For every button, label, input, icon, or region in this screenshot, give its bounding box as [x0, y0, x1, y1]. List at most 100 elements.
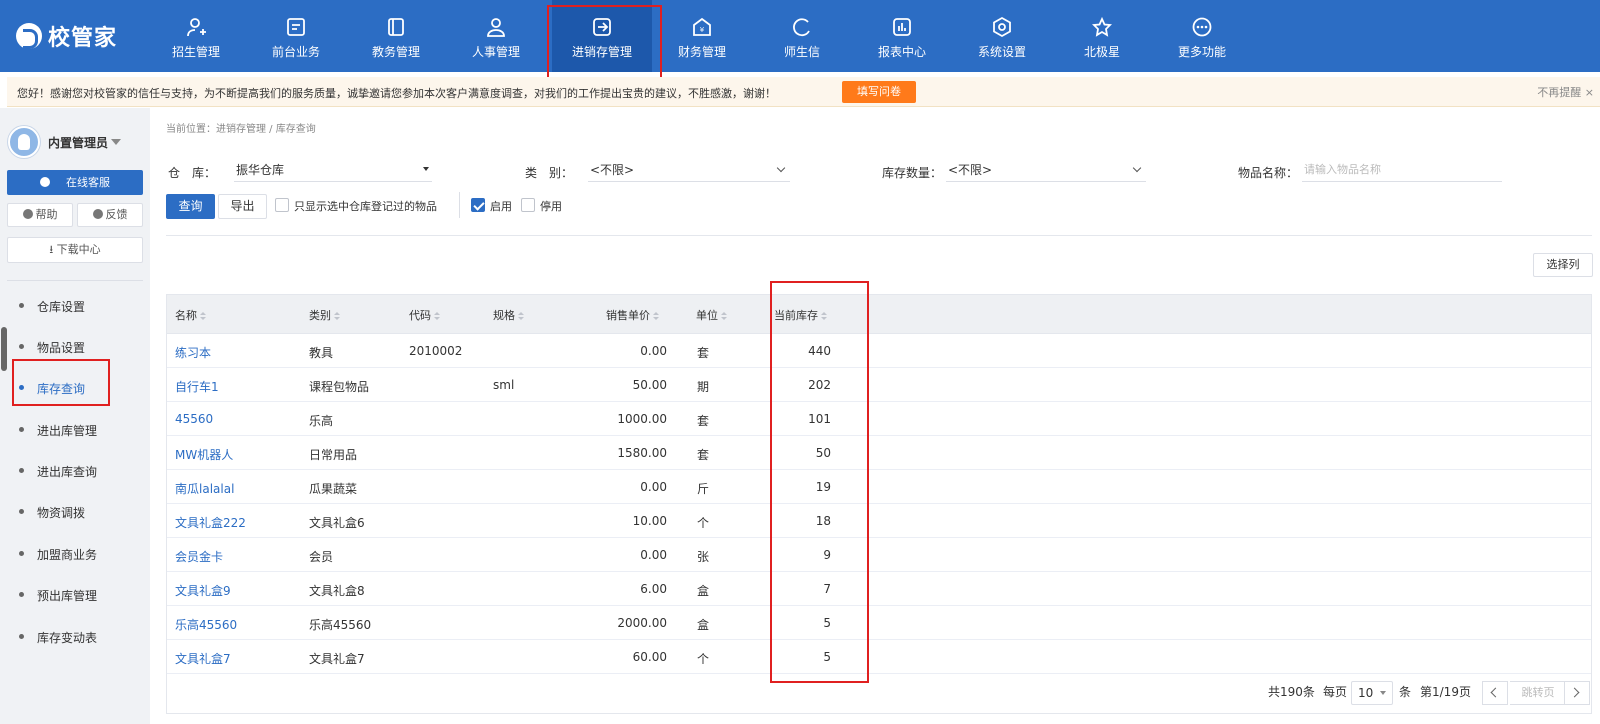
sort-icon[interactable] — [434, 312, 440, 320]
cell-name[interactable]: 文具礼盒222 — [175, 514, 246, 531]
column-header-spec[interactable]: 规格 — [493, 307, 524, 323]
help-button[interactable]: 帮助 — [7, 203, 73, 227]
sort-icon[interactable] — [518, 312, 524, 320]
cell-name[interactable]: 文具礼盒9 — [175, 582, 231, 599]
only-registered-checkbox[interactable] — [275, 198, 289, 212]
book-icon — [388, 18, 404, 36]
nav-item-settings[interactable]: 系统设置 — [952, 0, 1052, 72]
sort-icon[interactable] — [721, 312, 727, 320]
table-row[interactable]: MW机器人 日常用品 1580.00 套 50 — [167, 436, 1591, 470]
table-row[interactable]: 自行车1 课程包物品 sml 50.00 期 202 — [167, 368, 1591, 402]
cell-unit: 张 — [696, 550, 709, 564]
nav-item-enrollment[interactable]: 招生管理 — [146, 0, 246, 72]
column-header-price[interactable]: 销售单价 — [606, 307, 659, 323]
user-name[interactable]: 内置管理员 — [48, 134, 108, 151]
fill-survey-button[interactable]: 填写问卷 — [842, 81, 916, 103]
table-row[interactable]: 文具礼盒222 文具礼盒6 10.00 个 18 — [167, 504, 1591, 538]
cell-price: 60.00 — [632, 650, 667, 664]
enabled-checkbox[interactable] — [471, 198, 485, 212]
query-button[interactable]: 查询 — [166, 194, 215, 219]
chevron-down-icon[interactable] — [111, 139, 121, 145]
table-row[interactable]: 45560 乐高 1000.00 套 101 — [167, 402, 1591, 436]
column-header-category[interactable]: 类别 — [309, 307, 340, 323]
table-row[interactable]: 会员金卡 会员 0.00 张 9 — [167, 538, 1591, 572]
cell-name[interactable]: 南瓜lalalal — [175, 480, 234, 497]
avatar[interactable] — [8, 126, 40, 158]
nav-label: 师生信 — [783, 45, 820, 59]
page-size-select[interactable]: 10 — [1351, 681, 1393, 705]
table-row[interactable]: 练习本 教具 2010002 0.00 套 440 — [167, 334, 1591, 368]
export-button[interactable]: 导出 — [218, 194, 267, 219]
column-header-stock[interactable]: 当前库存 — [774, 307, 827, 323]
logo-icon — [16, 23, 42, 49]
nav-item-finance[interactable]: ¥ 财务管理 — [652, 0, 752, 72]
sidebar-item-in-out-query[interactable]: 进出库查询 — [0, 456, 150, 486]
sidebar-item-warehouse-settings[interactable]: 仓库设置 — [0, 291, 150, 321]
sidebar-item-item-settings[interactable]: 物品设置 — [0, 332, 150, 362]
select-columns-button[interactable]: 选择列 — [1533, 253, 1593, 277]
sidebar-item-pre-outbound[interactable]: 预出库管理 — [0, 580, 150, 610]
nav-label: 更多功能 — [1177, 45, 1226, 59]
prev-page-button[interactable] — [1482, 681, 1508, 705]
item-name-input[interactable]: 请输入物品名称 — [1302, 162, 1502, 182]
cell-name[interactable]: 45560 — [175, 412, 213, 426]
cell-stock: 19 — [815, 480, 831, 494]
column-header-code[interactable]: 代码 — [409, 307, 440, 323]
cell-name[interactable]: 会员金卡 — [175, 548, 223, 565]
stock-quantity-select[interactable]: <不限> — [946, 162, 1146, 182]
cell-category: 文具礼盒8 — [309, 584, 365, 598]
sidebar-item-stock-changes[interactable]: 库存变动表 — [0, 622, 150, 652]
sort-icon[interactable] — [334, 312, 340, 320]
table-row[interactable]: 南瓜lalalal 瓜果蔬菜 0.00 斤 19 — [167, 470, 1591, 504]
warehouse-select[interactable]: 振华仓库 — [234, 162, 432, 182]
sidebar-item-transfer[interactable]: 物资调拨 — [0, 497, 150, 527]
app-logo[interactable]: 校管家 — [16, 20, 117, 52]
nav-item-hr[interactable]: 人事管理 — [446, 0, 546, 72]
cell-price: 2000.00 — [617, 616, 667, 630]
toolbar-divider — [459, 192, 460, 218]
sort-icon[interactable] — [821, 312, 827, 320]
cell-name[interactable]: 自行车1 — [175, 378, 219, 395]
jump-page-input[interactable]: 跳转页 — [1510, 681, 1566, 705]
disabled-label[interactable]: 停用 — [540, 198, 562, 214]
next-page-button[interactable] — [1564, 681, 1590, 705]
nav-item-inventory[interactable]: 进销存管理 — [552, 0, 652, 72]
nav-item-front-desk[interactable]: 前台业务 — [246, 0, 346, 72]
dismiss-notice-button[interactable]: 不再提醒 × — [1537, 84, 1594, 100]
nav-item-polaris[interactable]: 北极星 — [1052, 0, 1152, 72]
column-header-unit[interactable]: 单位 — [696, 307, 727, 323]
item-name-placeholder: 请输入物品名称 — [1304, 163, 1381, 176]
nav-item-reports[interactable]: 报表中心 — [852, 0, 952, 72]
cell-price: 1580.00 — [617, 446, 667, 460]
sidebar-scroll-handle[interactable] — [1, 327, 7, 371]
cell-name[interactable]: 文具礼盒7 — [175, 650, 231, 667]
breadcrumb: 当前位置：进销存管理 / 库存查询 — [166, 124, 316, 135]
sort-icon[interactable] — [653, 312, 659, 320]
enabled-label[interactable]: 启用 — [490, 198, 512, 214]
table-row[interactable]: 乐高45560 乐高45560 2000.00 盒 5 — [167, 606, 1591, 640]
sidebar-item-label: 进出库管理 — [37, 424, 98, 438]
table-row[interactable]: 文具礼盒7 文具礼盒7 60.00 个 5 — [167, 640, 1591, 674]
online-service-button[interactable]: 在线客服 — [7, 170, 143, 195]
bullet-icon — [19, 634, 24, 639]
nav-item-more[interactable]: 更多功能 — [1152, 0, 1252, 72]
sort-icon[interactable] — [200, 312, 206, 320]
category-select[interactable]: <不限> — [588, 162, 790, 182]
cell-name[interactable]: MW机器人 — [175, 446, 233, 463]
cell-name[interactable]: 乐高45560 — [175, 616, 237, 633]
cell-price: 10.00 — [632, 514, 667, 528]
sidebar-item-stock-query[interactable]: 库存查询 — [0, 373, 150, 403]
feedback-button[interactable]: 反馈 — [77, 203, 143, 227]
sidebar-item-in-out-management[interactable]: 进出库管理 — [0, 415, 150, 445]
column-header-name[interactable]: 名称 — [175, 307, 206, 323]
sidebar-item-franchise[interactable]: 加盟商业务 — [0, 539, 150, 569]
finance-icon: ¥ — [693, 17, 711, 36]
nav-item-academic[interactable]: 教务管理 — [346, 0, 446, 72]
nav-item-messages[interactable]: 师生信 — [752, 0, 852, 72]
table-row[interactable]: 文具礼盒9 文具礼盒8 6.00 盒 7 — [167, 572, 1591, 606]
disabled-checkbox[interactable] — [521, 198, 535, 212]
download-center-button[interactable]: ⭳ 下载中心 — [7, 237, 143, 263]
only-registered-label[interactable]: 只显示选中仓库登记过的物品 — [294, 198, 437, 214]
pagination-total: 共190条 — [1268, 685, 1315, 699]
cell-name[interactable]: 练习本 — [175, 344, 211, 361]
